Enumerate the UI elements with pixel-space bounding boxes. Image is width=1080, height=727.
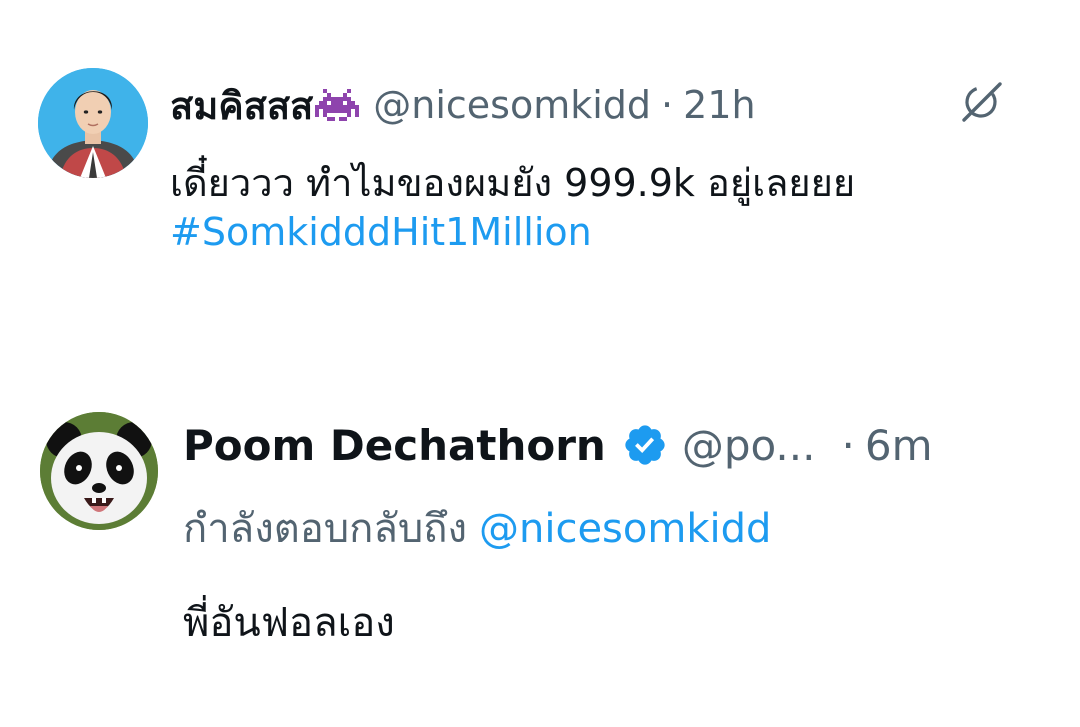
timestamp[interactable]: 21h bbox=[683, 83, 755, 127]
tweet[interactable]: สมคิสสส @nicesomkidd · 21h เดี๋ยววว ทำไม… bbox=[0, 0, 1080, 390]
display-name[interactable]: สมคิสสส bbox=[170, 75, 313, 136]
tweet-header: Poom Dechathorn @po... · 6m bbox=[183, 418, 932, 472]
mention-link[interactable]: @nicesomkidd bbox=[479, 506, 771, 552]
user-handle[interactable]: @nicesomkidd bbox=[373, 83, 651, 127]
tweet-header: สมคิสสส @nicesomkidd · 21h bbox=[170, 80, 756, 130]
separator-dot: · bbox=[661, 83, 674, 127]
avatar-panda-image bbox=[40, 412, 158, 530]
tweet-text: พี่อันฟอลเอง bbox=[183, 600, 395, 646]
avatar-portrait-image bbox=[38, 68, 148, 178]
display-name[interactable]: Poom Dechathorn bbox=[183, 421, 606, 470]
space-invader-icon bbox=[315, 87, 360, 123]
hashtag-link[interactable]: #SomkidddHit1Million bbox=[170, 210, 592, 254]
tweet-text: เดี๋ยววว ทำไมของผมยัง 999.9k อยู่เลยยย bbox=[170, 161, 856, 205]
separator-dot: · bbox=[841, 420, 855, 470]
avatar[interactable] bbox=[40, 412, 158, 530]
avatar[interactable] bbox=[38, 68, 148, 178]
user-handle[interactable]: @po... bbox=[682, 421, 816, 470]
grok-icon[interactable] bbox=[956, 80, 1006, 124]
verified-badge-icon bbox=[622, 422, 668, 468]
timestamp[interactable]: 6m bbox=[865, 421, 933, 470]
replying-to-label: กำลังตอบกลับถึง bbox=[183, 506, 467, 552]
replying-to: กำลังตอบกลับถึง @nicesomkidd bbox=[183, 496, 771, 560]
